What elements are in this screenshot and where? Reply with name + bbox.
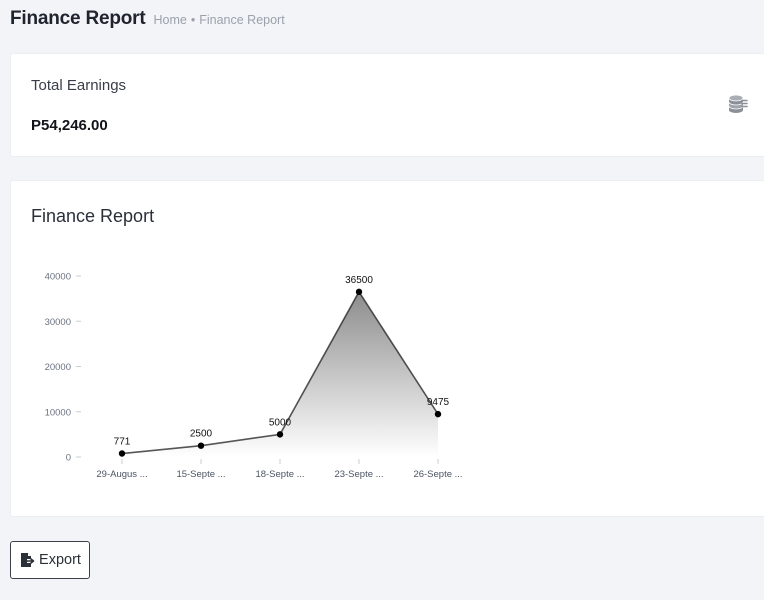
total-earnings-label: Total Earnings	[31, 77, 127, 94]
x-tick-label: 23-Septe ...	[334, 469, 383, 480]
page-title: Finance Report	[10, 8, 146, 29]
data-label: 5000	[269, 417, 292, 428]
y-tick-label: 0	[66, 453, 71, 464]
y-tick-label: 20000	[45, 362, 71, 373]
x-tick-label: 26-Septe ...	[413, 469, 462, 480]
x-tick-label: 15-Septe ...	[176, 469, 225, 480]
export-button[interactable]: Export	[10, 541, 90, 579]
breadcrumb-home[interactable]: Home	[154, 13, 187, 27]
finance-report-card: Finance Report 0 10000 20000 30000 40000 29-A…	[10, 180, 764, 517]
breadcrumb-current: Finance Report	[199, 13, 285, 27]
data-point	[434, 410, 442, 418]
x-tick-label: 29-Augus ...	[96, 469, 147, 480]
breadcrumb: Home • Finance Report	[154, 13, 285, 27]
data-label: 36500	[345, 275, 373, 286]
data-label: 771	[114, 437, 131, 448]
x-tick-label: 18-Septe ...	[255, 469, 304, 480]
finance-chart: 0 10000 20000 30000 40000 29-Augus ... 15-Sept…	[45, 272, 463, 481]
data-point	[355, 288, 363, 296]
data-label: 9475	[427, 397, 450, 408]
file-export-icon	[21, 553, 35, 567]
y-tick-label: 30000	[45, 317, 71, 328]
total-earnings-value: P54,246.00	[31, 117, 108, 134]
breadcrumb-separator: •	[190, 13, 196, 27]
export-label: Export	[39, 552, 81, 568]
page-header: Finance Report Home • Finance Report	[0, 0, 764, 36]
data-point	[118, 450, 126, 457]
y-tick-label: 10000	[45, 407, 71, 418]
coins-icon	[728, 94, 748, 113]
y-tick-label: 40000	[45, 272, 71, 283]
data-point	[197, 442, 205, 449]
data-point	[276, 431, 284, 438]
data-label: 2500	[190, 429, 213, 440]
total-earnings-card: Total Earnings P54,246.00	[10, 53, 764, 157]
